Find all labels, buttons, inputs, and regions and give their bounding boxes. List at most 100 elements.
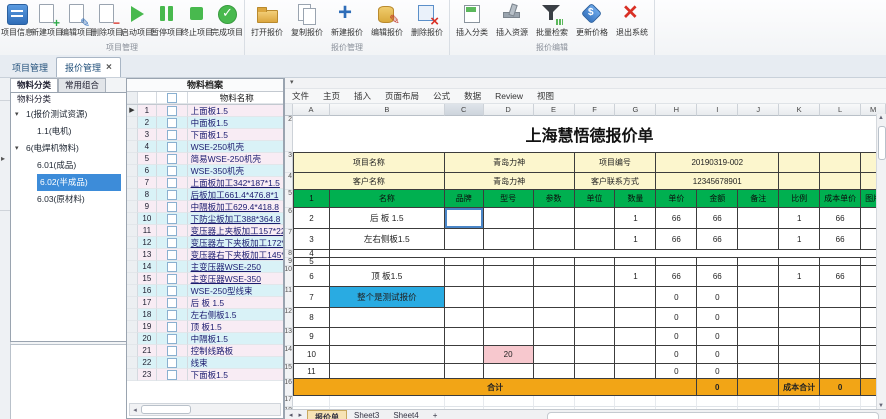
- sheet-cell[interactable]: 1: [779, 208, 821, 229]
- material-row[interactable]: 18 左右侧板1.5: [127, 309, 283, 321]
- row-checkbox[interactable]: [166, 177, 177, 188]
- item-name-cell[interactable]: 整个是测试报价: [329, 287, 445, 308]
- sheet-cell[interactable]: 0: [656, 364, 698, 379]
- row-checkbox[interactable]: [166, 117, 177, 128]
- row-header-9[interactable]: 9: [285, 258, 293, 266]
- table-header-单价[interactable]: 单价: [656, 190, 698, 208]
- sheet-cell[interactable]: [483, 208, 534, 229]
- sheet-cell[interactable]: [820, 258, 862, 266]
- column-header-K[interactable]: K: [779, 104, 821, 116]
- sheet-cell[interactable]: [738, 229, 780, 250]
- sheet-vscrollbar[interactable]: ▲ ▼: [876, 114, 886, 410]
- column-header-G[interactable]: G: [615, 104, 657, 116]
- table-header-1[interactable]: 1: [292, 190, 330, 208]
- info-value[interactable]: 12345678901: [656, 173, 780, 190]
- sheet-cell[interactable]: [444, 287, 484, 308]
- sheet-cell[interactable]: 66: [820, 266, 862, 287]
- pause-button[interactable]: 暂停项目: [151, 1, 183, 42]
- sheet-cell[interactable]: 6: [292, 266, 330, 287]
- doc-edit-button[interactable]: ✎ 编辑项目: [61, 1, 93, 42]
- total-amount[interactable]: 0: [697, 379, 739, 396]
- row-checkbox[interactable]: [166, 225, 177, 236]
- tree-item-6.01(成品)[interactable]: 6.01(成品): [11, 157, 126, 174]
- sheet-cell[interactable]: [615, 346, 657, 364]
- table-header-单位[interactable]: 单位: [574, 190, 616, 208]
- sheet-cell[interactable]: [574, 287, 616, 308]
- row-header-17[interactable]: 17: [285, 396, 293, 407]
- material-row[interactable]: 21 控制线路板: [127, 345, 283, 357]
- expand-panel-icon[interactable]: ▸: [1, 154, 5, 163]
- sheet-cell[interactable]: [533, 396, 575, 407]
- row-checkbox[interactable]: [166, 261, 177, 272]
- stop-button[interactable]: 终止项目: [181, 1, 213, 42]
- row-header-4[interactable]: 4: [285, 173, 293, 190]
- table-header-成本单价[interactable]: 成本单价: [820, 190, 862, 208]
- expander-icon[interactable]: ▾: [15, 140, 19, 157]
- doc-delete-button[interactable]: 删除报价: [407, 1, 447, 42]
- play-button[interactable]: 启动项目: [121, 1, 153, 42]
- row-checkbox[interactable]: [166, 105, 177, 116]
- sheet-cell[interactable]: [738, 208, 780, 229]
- sheet-cell[interactable]: 0: [697, 364, 739, 379]
- sheet-cell[interactable]: 0: [697, 308, 739, 328]
- sheet-cell[interactable]: 10: [292, 346, 330, 364]
- sheet-cell[interactable]: 11: [292, 364, 330, 379]
- material-row[interactable]: 22 线束: [127, 357, 283, 369]
- material-row[interactable]: 8 后板加工661.4*476.8*1: [127, 189, 283, 201]
- row-checkbox[interactable]: [166, 129, 177, 140]
- sheet-cell[interactable]: 20: [483, 346, 534, 364]
- sheet-cell[interactable]: [738, 287, 780, 308]
- info-label[interactable]: 项目编号: [574, 152, 657, 173]
- sheet-cell[interactable]: 8: [292, 308, 330, 328]
- sheet-tab-报价单[interactable]: 报价单: [306, 410, 347, 419]
- material-row[interactable]: 7 上面板加工342*187*1.5: [127, 177, 283, 189]
- sheet-cell[interactable]: 0: [697, 346, 739, 364]
- sheet-cell[interactable]: [738, 266, 780, 287]
- total-label[interactable]: 合计: [292, 379, 698, 396]
- menu-视图[interactable]: 视图: [537, 90, 554, 102]
- scroll-up-icon[interactable]: ▲: [877, 115, 885, 121]
- sheet-cell[interactable]: 66: [697, 229, 739, 250]
- sheet-cell[interactable]: [820, 328, 862, 346]
- sheet-cell[interactable]: [533, 364, 575, 379]
- vscrollbar-thumb[interactable]: [878, 126, 886, 160]
- row-checkbox[interactable]: [166, 345, 177, 356]
- info-value[interactable]: 青岛力神: [444, 173, 575, 190]
- sheet-cell[interactable]: [615, 258, 657, 266]
- sheet-cell[interactable]: [738, 379, 780, 396]
- sheet-tab-Sheet4[interactable]: Sheet4: [386, 410, 425, 419]
- row-header-16[interactable]: 16: [285, 379, 293, 396]
- menu-公式[interactable]: 公式: [433, 90, 450, 102]
- cost-total-value[interactable]: 0: [820, 379, 862, 396]
- material-row[interactable]: 15 主变压器WSE-350: [127, 273, 283, 285]
- sheet-cell[interactable]: [444, 208, 484, 229]
- row-header-5[interactable]: 5: [285, 190, 293, 208]
- row-checkbox[interactable]: [166, 141, 177, 152]
- material-row[interactable]: 5 简易WSE-250机壳: [127, 153, 283, 165]
- sheet-title-cell[interactable]: 上海慧悟德报价单: [293, 116, 886, 152]
- material-row[interactable]: 6 WSE-350机壳: [127, 165, 283, 177]
- material-row[interactable]: ▶ 1 上面板1.5: [127, 105, 283, 117]
- sheet-cell[interactable]: [574, 396, 616, 407]
- sheet-cell[interactable]: [697, 396, 739, 407]
- filter-button[interactable]: 批量检索: [532, 1, 572, 42]
- sheet-cell[interactable]: [444, 396, 484, 407]
- subtab-物料分类[interactable]: 物料分类: [10, 78, 59, 93]
- sheet-cell[interactable]: [574, 308, 616, 328]
- sheet-cell[interactable]: [483, 287, 534, 308]
- sheet-cell[interactable]: 3: [292, 229, 330, 250]
- project-info-button[interactable]: 项目信息: [1, 1, 33, 42]
- material-row[interactable]: 2 中面板1.5: [127, 117, 283, 129]
- row-checkbox[interactable]: [166, 153, 177, 164]
- sheet-cell[interactable]: [533, 258, 575, 266]
- row-header-3[interactable]: 3: [285, 152, 293, 173]
- sheet-cell[interactable]: 0: [656, 346, 698, 364]
- sheet-cell[interactable]: [329, 396, 445, 407]
- sheet-cell[interactable]: [738, 328, 780, 346]
- sheet-cell[interactable]: [574, 229, 616, 250]
- info-label[interactable]: 项目名称: [292, 152, 445, 173]
- menu-主页[interactable]: 主页: [323, 90, 340, 102]
- sheet-cell[interactable]: [574, 364, 616, 379]
- sheet-cell[interactable]: [820, 346, 862, 364]
- sheet-hscrollbar[interactable]: [547, 412, 879, 419]
